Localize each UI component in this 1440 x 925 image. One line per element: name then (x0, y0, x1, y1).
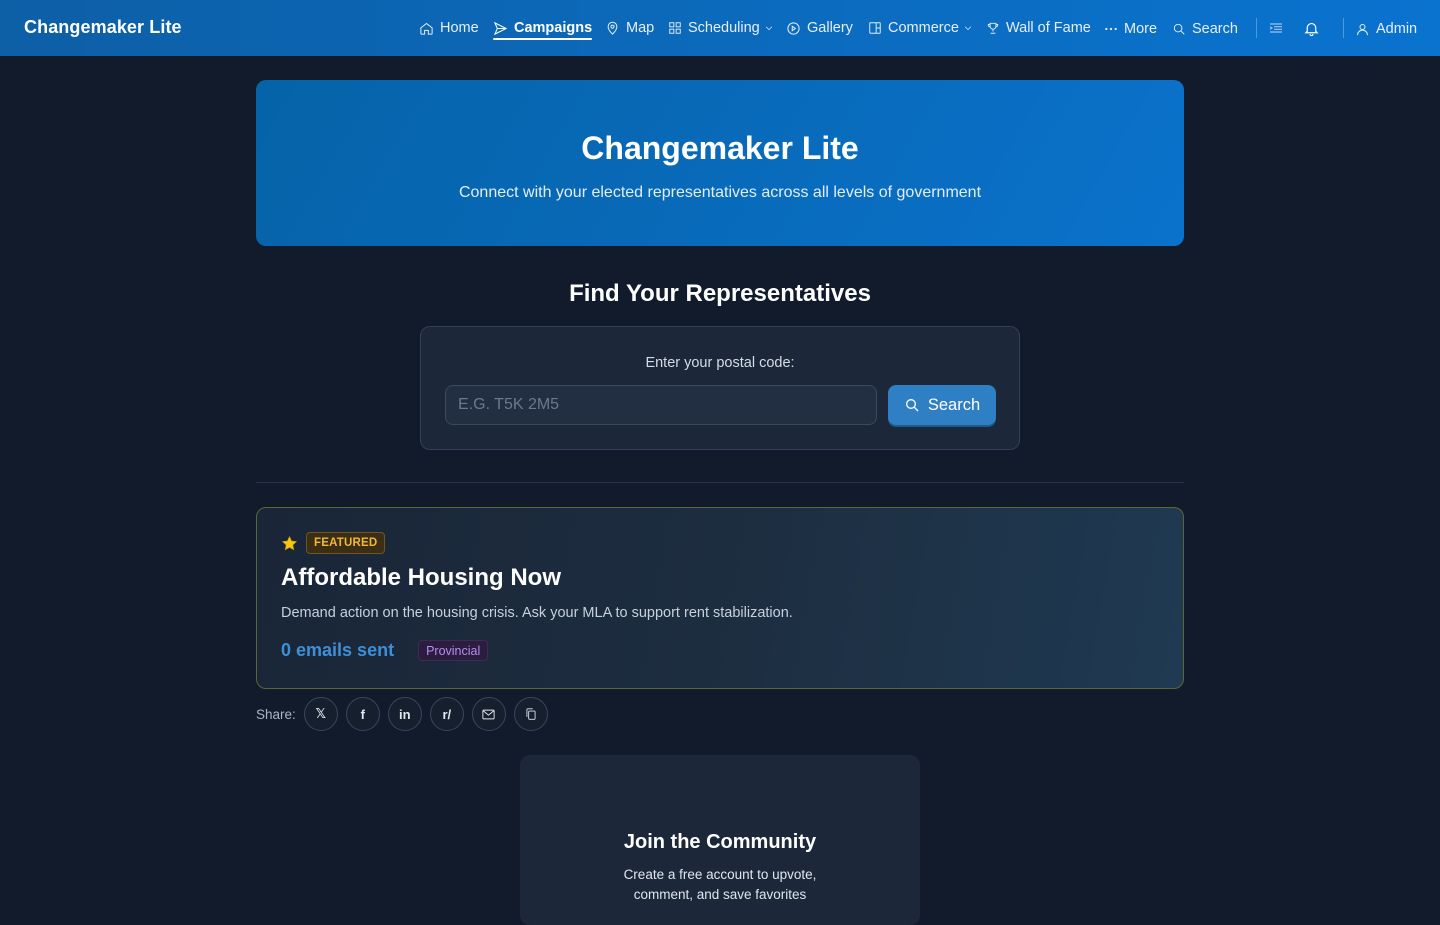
nav-divider (1343, 18, 1344, 38)
share-label: Share: (256, 706, 296, 722)
menu-toggle-button[interactable] (1264, 16, 1288, 40)
nav-scheduling[interactable]: Scheduling (668, 0, 774, 56)
nav-search[interactable]: Search (1172, 1, 1238, 57)
nav-wall-of-fame[interactable]: Wall of Fame (986, 0, 1091, 56)
play-circle-icon (787, 21, 800, 35)
hero-subtitle: Connect with your elected representative… (458, 184, 982, 201)
notifications-button[interactable] (1299, 16, 1323, 40)
map-pin-icon (607, 21, 618, 35)
nav-scheduling-label: Scheduling (688, 20, 760, 36)
ellipsis-icon (1105, 27, 1117, 31)
search-icon (905, 399, 919, 412)
share-linkedin-button[interactable]: in (387, 697, 422, 731)
nav-search-label: Search (1192, 21, 1238, 37)
share-copy-link-button[interactable] (513, 697, 548, 731)
nav-home-label: Home (440, 20, 479, 36)
nav-map[interactable]: Map (605, 0, 654, 56)
share-reddit-button[interactable]: r/ (429, 697, 464, 731)
star-icon (281, 535, 298, 550)
nav-gallery[interactable]: Gallery (786, 0, 853, 56)
nav-more[interactable]: More (1104, 1, 1157, 57)
share-facebook-button[interactable]: f (345, 697, 380, 731)
postal-code-input[interactable] (445, 385, 877, 425)
nav-home[interactable]: Home (419, 0, 479, 56)
campaign-meta: 0 emails sent Provincial (281, 640, 489, 661)
emails-sent-count: 0 emails sent (281, 640, 395, 660)
nav-wall-of-fame-label: Wall of Fame (1006, 20, 1091, 36)
grid-icon (669, 22, 681, 34)
section-divider (256, 482, 1184, 483)
x-icon: 𝕏 (315, 706, 327, 721)
hero-banner: Changemaker Lite Connect with your elect… (256, 80, 1184, 246)
chevron-down-icon (765, 26, 772, 31)
nav-divider (1256, 18, 1257, 38)
postal-code-label: Enter your postal code: (645, 355, 795, 371)
join-description: Create a free account to upvote, comment… (623, 867, 817, 902)
featured-row: FEATURED (281, 532, 386, 554)
trophy-icon (987, 22, 999, 34)
nav-more-label: More (1124, 21, 1158, 37)
top-navbar: Changemaker Lite Home Campaigns Map Sche… (0, 0, 1440, 56)
share-bar: Share: 𝕏 f in r/ (256, 696, 548, 732)
campaign-description: Demand action on the housing crisis. Ask… (281, 605, 793, 621)
share-email-button[interactable] (471, 697, 506, 731)
government-level-badge: Provincial (418, 640, 489, 661)
search-icon (1173, 23, 1185, 35)
send-icon (493, 21, 508, 35)
store-icon (869, 22, 881, 34)
reddit-icon: r/ (442, 706, 452, 722)
email-icon (482, 709, 495, 719)
user-menu-label: Admin (1376, 21, 1418, 37)
postal-search-card: Enter your postal code: Search (420, 326, 1020, 450)
nav-campaigns[interactable]: Campaigns (493, 0, 593, 56)
find-reps-title: Find Your Representatives (569, 280, 871, 307)
nav-gallery-label: Gallery (807, 20, 853, 36)
search-button[interactable]: Search (888, 385, 996, 425)
search-button-label: Search (927, 395, 981, 414)
hero-title: Changemaker Lite (581, 130, 859, 166)
campaign-title[interactable]: Affordable Housing Now (281, 564, 561, 592)
linkedin-icon: in (399, 706, 411, 722)
user-icon (1357, 23, 1368, 35)
featured-campaign-card[interactable]: FEATURED Affordable Housing Now Demand a… (256, 507, 1184, 689)
featured-badge: FEATURED (306, 532, 386, 554)
copy-icon (526, 708, 536, 720)
nav-map-label: Map (626, 20, 655, 36)
bell-icon (1303, 22, 1319, 36)
brand-logo[interactable]: Changemaker Lite (24, 17, 182, 38)
nav-campaigns-label: Campaigns (514, 20, 593, 36)
join-title: Join the Community (623, 831, 817, 853)
user-menu[interactable]: Admin (1355, 1, 1417, 57)
list-indent-icon (1269, 23, 1282, 33)
share-x-button[interactable]: 𝕏 (303, 697, 338, 731)
facebook-icon: f (360, 706, 365, 722)
nav-commerce-label: Commerce (888, 20, 959, 36)
nav-commerce[interactable]: Commerce (868, 0, 973, 56)
home-icon (420, 22, 433, 35)
chevron-down-icon (964, 26, 972, 31)
